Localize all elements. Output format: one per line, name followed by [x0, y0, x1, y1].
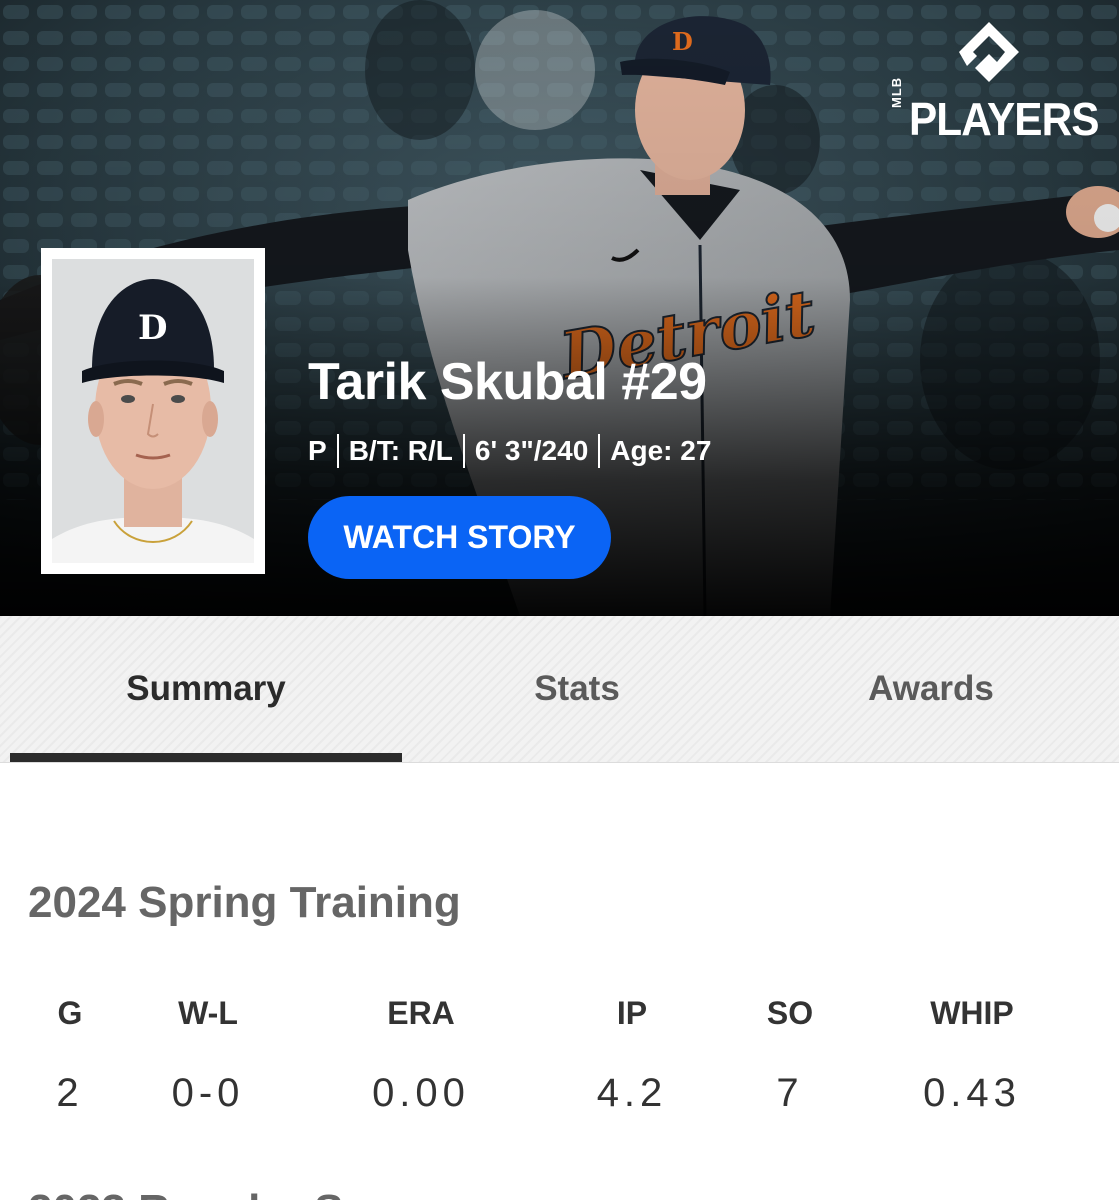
stat-header: WHIP — [930, 995, 1014, 1031]
player-meta: P B/T: R/L 6' 3"/240 Age: 27 — [308, 434, 711, 468]
meta-divider — [598, 434, 601, 468]
cap-logo: D — [138, 308, 167, 348]
tab-stats[interactable]: Stats — [402, 616, 752, 762]
tab-awards[interactable]: Awards — [752, 616, 1110, 762]
player-position: P — [308, 435, 327, 466]
players-wordmark: PLAYERS — [909, 93, 1099, 145]
stat-value: 0.43 — [923, 1071, 1021, 1115]
section-title-regular-season: 2023 Regular Season — [28, 1186, 471, 1200]
player-height-weight: 6' 3"/240 — [474, 435, 589, 466]
active-tab-indicator — [10, 753, 402, 762]
player-age: Age: 27 — [610, 435, 712, 466]
mlb-wordmark: MLB — [889, 76, 904, 108]
tab-summary[interactable]: Summary — [10, 616, 402, 762]
stat-column-wl: W-L 0-0 — [108, 990, 308, 1118]
stat-value: 0.00 — [372, 1071, 470, 1115]
profile-tabs: Summary Stats Awards — [0, 616, 1119, 763]
player-name: Tarik Skubal #29 — [308, 353, 707, 411]
stat-column-era: ERA 0.00 — [321, 990, 521, 1118]
meta-divider — [336, 434, 339, 468]
stat-value: 0-0 — [171, 1071, 245, 1115]
player-bats-throws: B/T: R/L — [348, 435, 453, 466]
stat-value: 7 — [776, 1071, 804, 1115]
player-hero: Detroit D MLB PLAYERS — [0, 0, 1119, 616]
section-title-spring-training: 2024 Spring Training — [28, 878, 461, 927]
stat-column-so: SO 7 — [690, 990, 890, 1118]
player-headshot-frame: D — [41, 248, 265, 574]
player-headshot: D — [52, 259, 254, 563]
stat-header: ERA — [387, 995, 455, 1031]
mlb-players-logo: MLB PLAYERS — [889, 20, 1099, 145]
watch-story-button[interactable]: WATCH STORY — [308, 496, 611, 579]
meta-divider — [462, 434, 465, 468]
mlb-players-diamond-icon — [959, 22, 1019, 82]
stat-header: SO — [766, 995, 814, 1031]
stat-column-whip: WHIP 0.43 — [872, 990, 1072, 1118]
stat-header: W-L — [178, 995, 238, 1031]
player-profile-page: Detroit D MLB PLAYERS — [0, 0, 1119, 1200]
